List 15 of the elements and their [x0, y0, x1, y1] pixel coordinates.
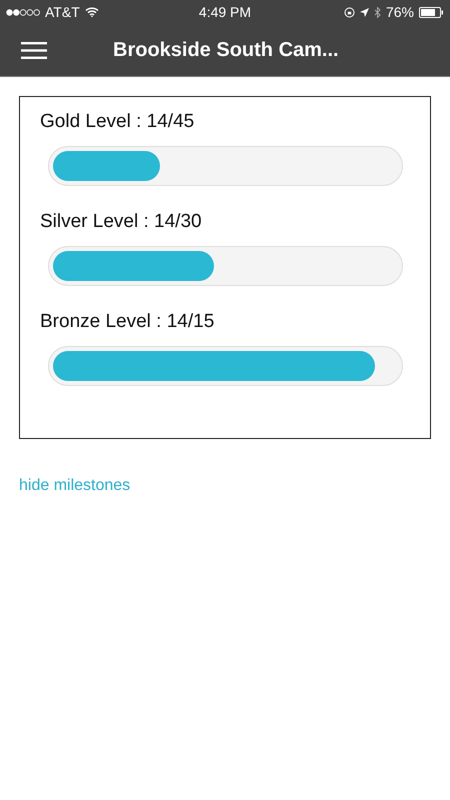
- location-icon: [360, 8, 369, 16]
- bluetooth-icon: [374, 6, 381, 18]
- battery-percent: 76%: [386, 4, 414, 20]
- signal-icon: [6, 8, 40, 16]
- milestone-label: Silver Level : 14/30: [40, 211, 203, 233]
- wifi-icon: [84, 7, 99, 17]
- battery-icon: [419, 6, 444, 18]
- milestone-label: Bronze Level : 14/15: [40, 311, 216, 333]
- milestone-label: Gold Level : 14/45: [40, 111, 196, 133]
- menu-icon[interactable]: [21, 42, 47, 58]
- hide-milestones-link[interactable]: hide milestones: [19, 477, 130, 495]
- page-title: Brookside South Cam...: [113, 38, 339, 62]
- carrier-text: AT&T: [45, 4, 80, 20]
- rotation-lock-icon: [344, 6, 355, 18]
- time-text: 4:49 PM: [198, 4, 252, 20]
